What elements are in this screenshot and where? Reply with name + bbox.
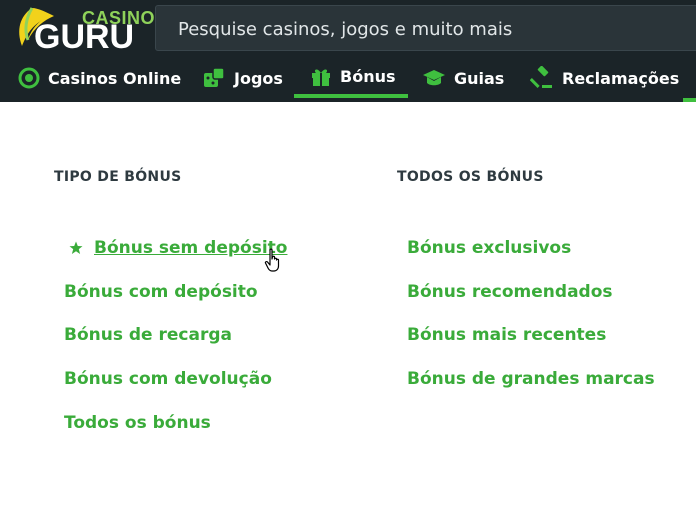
link-bonus-sem-deposito[interactable]: Bónus sem depósito: [94, 238, 287, 258]
nav-label: Guias: [454, 68, 505, 88]
logo-text-guru: GURU: [34, 18, 135, 56]
chip-icon: [18, 67, 40, 89]
star-icon: [69, 241, 83, 254]
link-bonus-mais-recentes[interactable]: Bónus mais recentes: [407, 325, 606, 345]
link-bonus-recomendados[interactable]: Bónus recomendados: [407, 282, 613, 302]
gavel-icon: [530, 66, 552, 88]
link-bonus-exclusivos[interactable]: Bónus exclusivos: [407, 238, 571, 258]
nav-item-casinos-online[interactable]: Casinos Online: [18, 58, 181, 98]
search-input[interactable]: [176, 14, 680, 44]
heading-tipo-de-bonus: TIPO DE BÓNUS: [54, 169, 182, 185]
top-header: CASINO GURU Casinos Online Jogos: [0, 0, 696, 102]
link-bonus-com-devolucao[interactable]: Bónus com devolução: [64, 369, 272, 389]
nav-label: Jogos: [234, 68, 283, 88]
nav-overflow-indicator: [683, 98, 696, 102]
nav-item-guias[interactable]: Guias: [422, 58, 504, 98]
nav-label: Reclamações: [562, 68, 680, 88]
gift-icon: [312, 69, 330, 86]
nav-item-reclamacoes[interactable]: Reclamações: [530, 58, 679, 98]
search-box[interactable]: [155, 5, 696, 51]
casino-guru-logo[interactable]: CASINO GURU: [12, 4, 155, 56]
hand-pointer-cursor-icon: [264, 248, 280, 272]
dice-icon: [204, 67, 225, 87]
nav-label: Casinos Online: [48, 68, 182, 88]
nav-label: Bónus: [340, 66, 396, 86]
nav-item-bonus[interactable]: Bónus: [294, 58, 408, 98]
link-bonus-com-deposito[interactable]: Bónus com depósito: [64, 282, 258, 302]
nav-item-jogos[interactable]: Jogos: [202, 58, 283, 98]
main-nav: Casinos Online Jogos Bónus Guias Reclama…: [0, 58, 696, 102]
link-todos-os-bonus[interactable]: Todos os bónus: [64, 413, 211, 433]
heading-todos-os-bonus: TODOS OS BÓNUS: [397, 169, 544, 185]
graduation-cap-icon: [423, 70, 445, 86]
link-bonus-de-recarga[interactable]: Bónus de recarga: [64, 325, 232, 345]
link-bonus-de-grandes-marcas[interactable]: Bónus de grandes marcas: [407, 369, 655, 389]
